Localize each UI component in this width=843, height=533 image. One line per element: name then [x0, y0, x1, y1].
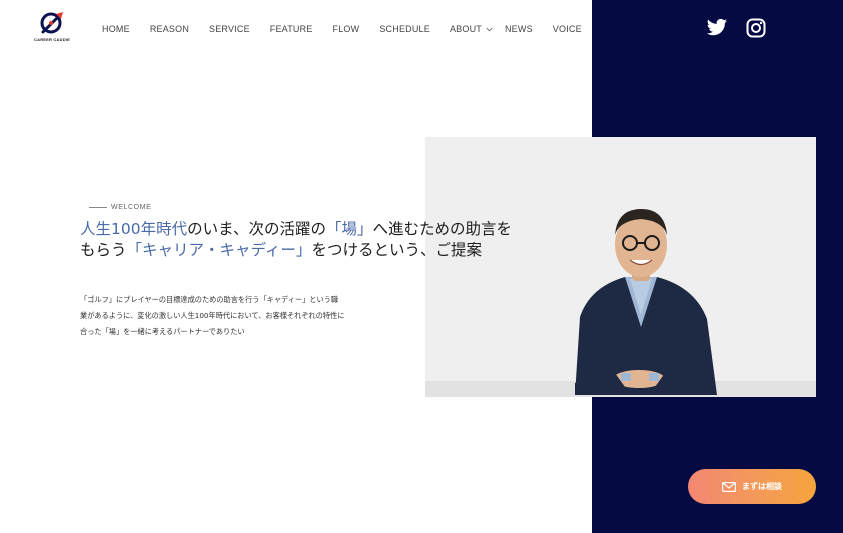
headline-text-3: をつけるという、ご提案: [311, 241, 482, 259]
chevron-down-icon: [486, 27, 493, 31]
hero-description: 「ゴルフ」にプレイヤーの目標達成のための助言を行う「キャディー」という職 業があ…: [80, 292, 380, 340]
nav-flow[interactable]: FLOW: [333, 24, 360, 34]
nav-feature[interactable]: FEATURE: [270, 24, 313, 34]
social-links: [706, 18, 766, 38]
main-nav: HOME REASON SERVICE FEATURE FLOW SCHEDUL…: [102, 22, 582, 36]
nav-news[interactable]: NEWS: [505, 24, 533, 34]
welcome-eyebrow: WELCOME: [89, 204, 151, 211]
headline-text-1: のいま、次の活躍の: [187, 220, 326, 238]
headline-accent-2: 「場」: [325, 220, 373, 238]
logo[interactable]: CAREER CADDIE: [30, 10, 74, 50]
eyebrow-line: [89, 207, 107, 208]
description-line: 合った「場」を一緒に考えるパートナーでありたい: [80, 327, 245, 336]
hero-headline: 人生100年時代のいま、次の活躍の「場」へ進むための助言をもらう「キャリア・キャ…: [80, 219, 520, 261]
logo-text: CAREER CADDIE: [34, 37, 70, 42]
nav-home[interactable]: HOME: [102, 24, 130, 34]
nav-voice[interactable]: VOICE: [553, 24, 582, 34]
description-line: 業があるように、変化の激しい人生100年時代において、お客様それぞれの特性に: [80, 311, 345, 320]
nav-schedule[interactable]: SCHEDULE: [379, 24, 430, 34]
portrait-illustration: [425, 137, 816, 397]
mail-icon: [722, 481, 736, 492]
consult-button[interactable]: まずは相談: [688, 469, 816, 504]
page: CAREER CADDIE HOME REASON SERVICE FEATUR…: [0, 0, 843, 533]
welcome-label: WELCOME: [111, 204, 152, 211]
headline-accent-3: 「キャリア・キャディー」: [126, 241, 312, 259]
instagram-icon[interactable]: [746, 18, 766, 38]
consult-button-label: まずは相談: [742, 482, 782, 491]
headline-accent-1: 人生100年時代: [80, 220, 188, 238]
nav-reason[interactable]: REASON: [150, 24, 189, 34]
nav-about[interactable]: ABOUT: [450, 24, 493, 34]
logo-mark-icon: [40, 12, 63, 34]
hero-photo: [425, 137, 816, 397]
twitter-icon[interactable]: [706, 18, 728, 38]
description-line: 「ゴルフ」にプレイヤーの目標達成のための助言を行う「キャディー」という職: [80, 295, 339, 304]
nav-service[interactable]: SERVICE: [209, 24, 250, 34]
nav-about-label: ABOUT: [449, 24, 482, 34]
